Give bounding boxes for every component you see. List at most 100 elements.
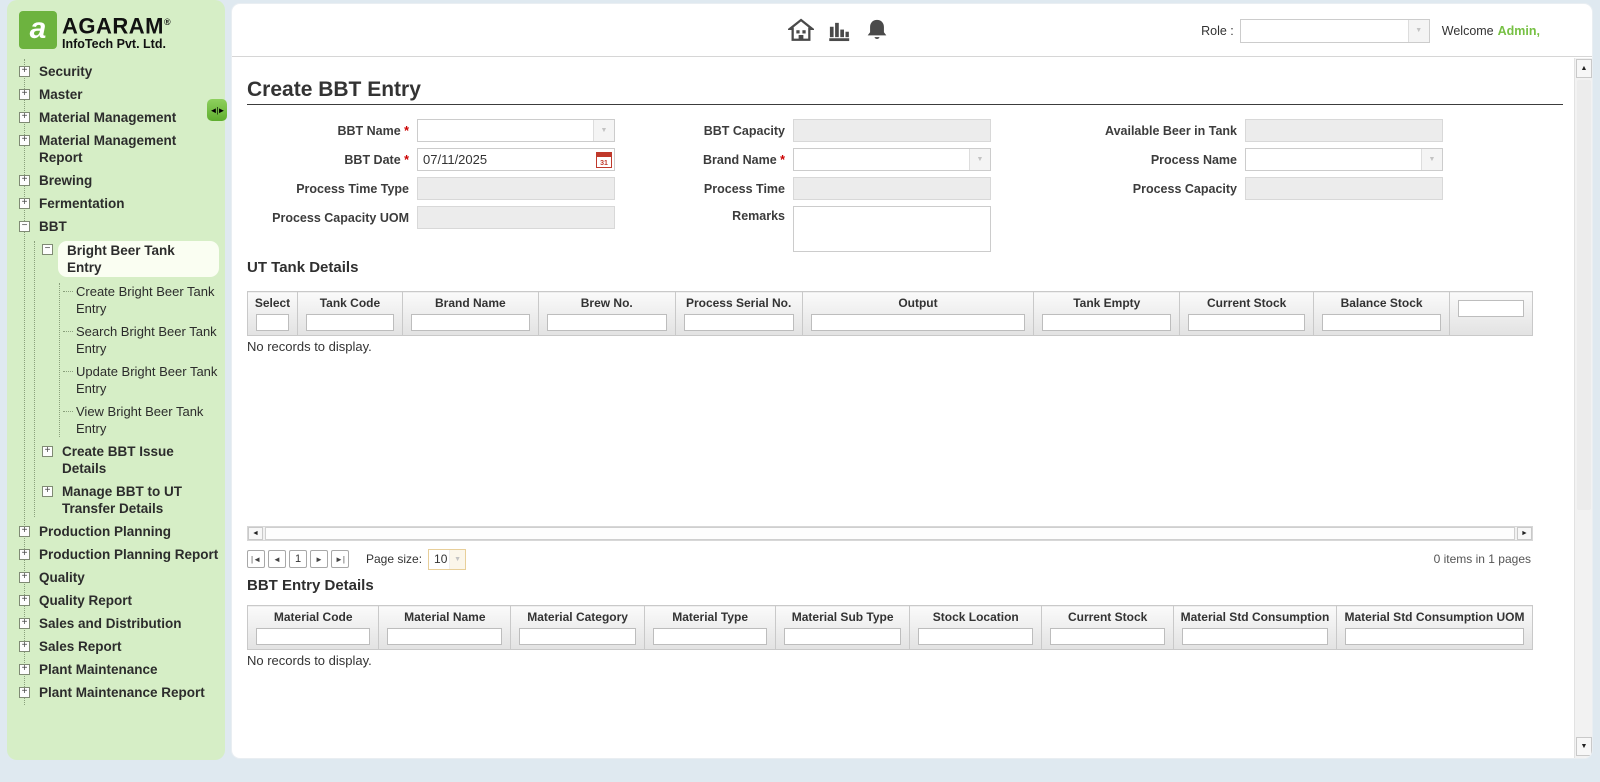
- column-header-material-sub-type[interactable]: Material Sub Type: [776, 606, 910, 650]
- sidebar-item-bbt[interactable]: BBT: [17, 218, 219, 235]
- role-select[interactable]: [1240, 19, 1430, 43]
- sidebar-item-fermentation[interactable]: Fermentation: [17, 195, 219, 212]
- sidebar-item-create-bright-beer-tank-entry[interactable]: Create Bright Beer Tank Entry: [60, 283, 219, 317]
- filter-input-material-std-consumption-uom[interactable]: [1345, 628, 1524, 645]
- sidebar-item-update-bright-beer-tank-entry[interactable]: Update Bright Beer Tank Entry: [60, 363, 219, 397]
- filter-input-brew-no[interactable]: [547, 314, 667, 331]
- column-header-select[interactable]: Select: [248, 292, 298, 336]
- sidebar-item-material-management-report[interactable]: Material Management Report: [17, 132, 219, 166]
- filter-input-current-stock2[interactable]: [1050, 628, 1165, 645]
- column-header-current-stock[interactable]: Current Stock: [1042, 606, 1174, 650]
- filter-input-balance-stock[interactable]: [1322, 314, 1441, 331]
- filter-input-material-code[interactable]: [256, 628, 370, 645]
- process-name-select[interactable]: [1245, 148, 1443, 171]
- sidebar-item-search-bright-beer-tank-entry[interactable]: Search Bright Beer Tank Entry: [60, 323, 219, 357]
- filter-input-current-stock[interactable]: [1188, 314, 1305, 331]
- calendar-icon[interactable]: [596, 152, 612, 168]
- prev-page-button[interactable]: ◄: [268, 550, 286, 568]
- sidebar-collapse-icon[interactable]: [207, 99, 227, 121]
- column-header-balance-stock[interactable]: Balance Stock: [1314, 292, 1450, 336]
- expand-icon[interactable]: [19, 135, 30, 146]
- filter-input-material-type[interactable]: [653, 628, 767, 645]
- column-header-material-std-consumption[interactable]: Material Std Consumption: [1173, 606, 1336, 650]
- brand-name-select[interactable]: [793, 148, 991, 171]
- horizontal-scrollbar[interactable]: [247, 526, 1533, 541]
- expand-icon[interactable]: [19, 112, 30, 123]
- column-header-output[interactable]: Output: [802, 292, 1034, 336]
- filter-input-stock-location[interactable]: [918, 628, 1033, 645]
- expand-icon[interactable]: [19, 66, 30, 77]
- expand-icon[interactable]: [19, 175, 30, 186]
- bbt-name-select[interactable]: [417, 119, 615, 142]
- sidebar-item-production-planning[interactable]: Production Planning: [17, 523, 219, 540]
- scroll-right-icon[interactable]: [1517, 527, 1532, 540]
- first-page-button[interactable]: |◄: [247, 550, 265, 568]
- sidebar-item-sales-and-distribution[interactable]: Sales and Distribution: [17, 615, 219, 632]
- sidebar-item-sales-report[interactable]: Sales Report: [17, 638, 219, 655]
- sidebar-item-production-planning-report[interactable]: Production Planning Report: [17, 546, 219, 563]
- bbt-date-input[interactable]: [417, 148, 615, 171]
- vertical-scrollbar[interactable]: [1574, 58, 1592, 758]
- sidebar-item-plant-maintenance-report[interactable]: Plant Maintenance Report: [17, 684, 219, 701]
- column-header-brew-no[interactable]: Brew No.: [538, 292, 675, 336]
- sidebar-item-view-bright-beer-tank-entry[interactable]: View Bright Beer Tank Entry: [60, 403, 219, 437]
- vertical-scrollbar-thumb[interactable]: [1577, 80, 1591, 510]
- column-header-stock-location[interactable]: Stock Location: [910, 606, 1042, 650]
- column-header-process-serial-no[interactable]: Process Serial No.: [675, 292, 802, 336]
- sidebar-item-plant-maintenance[interactable]: Plant Maintenance: [17, 661, 219, 678]
- column-header-material-category[interactable]: Material Category: [511, 606, 645, 650]
- filter-input-brand-name[interactable]: [411, 314, 530, 331]
- chevron-down-icon[interactable]: [593, 120, 614, 141]
- filter-input-process-serial-no[interactable]: [684, 314, 794, 331]
- sidebar-item-quality-report[interactable]: Quality Report: [17, 592, 219, 609]
- expand-icon[interactable]: [19, 595, 30, 606]
- sidebar-item-security[interactable]: Security: [17, 63, 219, 80]
- expand-icon[interactable]: [42, 486, 53, 497]
- sidebar-item-create-bbt-issue-details[interactable]: Create BBT Issue Details: [35, 443, 219, 477]
- expand-icon[interactable]: [19, 687, 30, 698]
- remarks-textarea[interactable]: [793, 206, 991, 252]
- filter-input-material-sub-type[interactable]: [784, 628, 901, 645]
- page-size-select[interactable]: 10: [428, 549, 466, 570]
- sidebar-item-master[interactable]: Master: [17, 86, 219, 103]
- expand-icon[interactable]: [19, 664, 30, 675]
- page-number-button[interactable]: 1: [289, 550, 307, 568]
- filter-input-tank-empty[interactable]: [1042, 314, 1171, 331]
- expand-icon[interactable]: [19, 198, 30, 209]
- chevron-down-icon[interactable]: [449, 550, 465, 569]
- expand-icon[interactable]: [19, 89, 30, 100]
- chevron-down-icon[interactable]: [1421, 149, 1442, 170]
- home-icon[interactable]: [788, 17, 814, 43]
- filter-input-select[interactable]: [256, 314, 289, 331]
- filter-input-material-name[interactable]: [387, 628, 502, 645]
- filter-input-tank-code[interactable]: [306, 314, 394, 331]
- scroll-up-icon[interactable]: [1576, 59, 1592, 78]
- expand-icon[interactable]: [19, 572, 30, 583]
- expand-icon[interactable]: [19, 549, 30, 560]
- filter-input-extra[interactable]: [1458, 300, 1524, 317]
- collapse-icon[interactable]: [42, 244, 53, 255]
- chevron-down-icon[interactable]: [1408, 20, 1429, 42]
- filter-input-material-category[interactable]: [519, 628, 636, 645]
- notifications-bell-icon[interactable]: [864, 17, 890, 43]
- sidebar-item-material-management[interactable]: Material Management: [17, 109, 219, 126]
- column-header-current-stock[interactable]: Current Stock: [1180, 292, 1314, 336]
- sidebar-item-bright-beer-tank-entry[interactable]: Bright Beer Tank Entry: [35, 241, 219, 277]
- last-page-button[interactable]: ►|: [331, 550, 349, 568]
- column-header-tank-code[interactable]: Tank Code: [297, 292, 402, 336]
- expand-icon[interactable]: [19, 526, 30, 537]
- column-header-material-name[interactable]: Material Name: [379, 606, 511, 650]
- expand-icon[interactable]: [19, 641, 30, 652]
- scroll-left-icon[interactable]: [248, 527, 263, 540]
- sidebar-item-brewing[interactable]: Brewing: [17, 172, 219, 189]
- column-header-brand-name[interactable]: Brand Name: [402, 292, 538, 336]
- collapse-icon[interactable]: [19, 221, 30, 232]
- bar-chart-icon[interactable]: [826, 17, 852, 43]
- next-page-button[interactable]: ►: [310, 550, 328, 568]
- horizontal-scrollbar-thumb[interactable]: [265, 527, 1515, 540]
- scroll-down-icon[interactable]: [1576, 737, 1592, 756]
- filter-input-output[interactable]: [811, 314, 1026, 331]
- chevron-down-icon[interactable]: [969, 149, 990, 170]
- filter-input-material-std-consumption[interactable]: [1182, 628, 1328, 645]
- column-header-material-type[interactable]: Material Type: [645, 606, 776, 650]
